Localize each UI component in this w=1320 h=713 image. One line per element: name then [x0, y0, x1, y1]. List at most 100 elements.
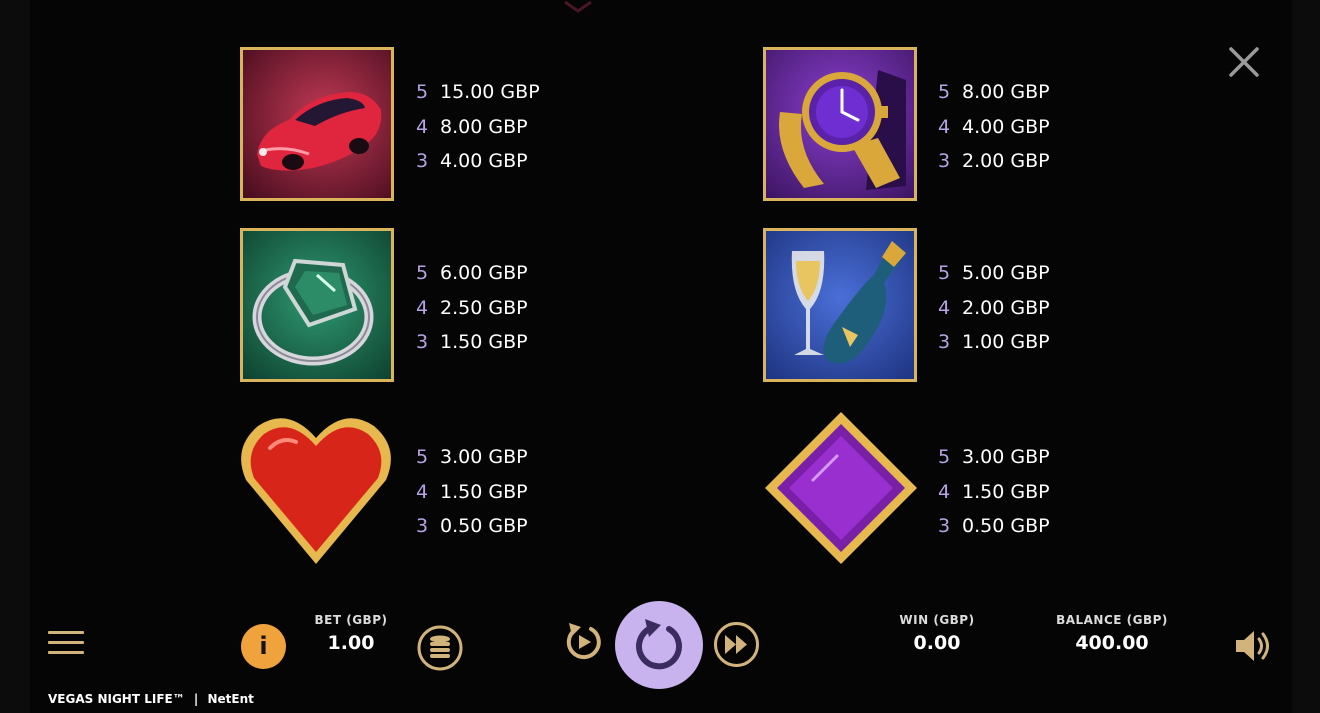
- champagne-symbol: [763, 228, 917, 382]
- sports-car-icon: [243, 50, 391, 198]
- car-payouts: 5 15.00 GBP 4 8.00 GBP 3 4.00 GBP: [416, 75, 566, 179]
- payout-amount: 3.00 GBP: [440, 446, 528, 468]
- payout-row: 3 2.00 GBP: [938, 144, 1088, 179]
- payout-amount: 1.50 GBP: [440, 331, 528, 353]
- match-count: 4: [938, 296, 951, 319]
- match-count: 4: [938, 480, 951, 503]
- watch-payouts: 5 8.00 GBP 4 4.00 GBP 3 2.00 GBP: [938, 75, 1088, 179]
- heart-symbol: [238, 408, 394, 568]
- payout-row: 5 3.00 GBP: [938, 440, 1088, 475]
- payout-row: 5 8.00 GBP: [938, 75, 1088, 110]
- payout-amount: 8.00 GBP: [962, 81, 1050, 103]
- win-label: WIN (GBP): [899, 613, 975, 627]
- ring-payouts: 5 6.00 GBP 4 2.50 GBP 3 1.50 GBP: [416, 256, 566, 360]
- match-count: 3: [416, 150, 429, 172]
- payout-row: 5 5.00 GBP: [938, 256, 1088, 291]
- emerald-ring-icon: [243, 231, 391, 379]
- bet-settings-button[interactable]: [417, 625, 463, 671]
- match-count: 3: [416, 515, 429, 537]
- payout-amount: 0.50 GBP: [962, 515, 1050, 537]
- left-margin: [0, 0, 30, 713]
- match-count: 4: [416, 296, 429, 319]
- autoplay-button[interactable]: [561, 619, 605, 663]
- wristwatch-icon: [766, 50, 914, 198]
- game-title: VEGAS NIGHT LIFE™: [48, 692, 185, 706]
- match-count: 5: [938, 446, 951, 468]
- turbo-spin-button[interactable]: [713, 621, 760, 668]
- payout-row: 4 2.00 GBP: [938, 291, 1088, 326]
- sound-toggle-button[interactable]: [1233, 628, 1273, 664]
- speaker-icon: [1236, 631, 1269, 661]
- payout-row: 3 1.00 GBP: [938, 325, 1088, 360]
- payout-amount: 1.00 GBP: [962, 331, 1050, 353]
- payout-amount: 2.00 GBP: [962, 150, 1050, 172]
- payout-row: 3 0.50 GBP: [938, 509, 1088, 544]
- payout-amount: 4.00 GBP: [440, 150, 528, 172]
- spin-button[interactable]: [615, 601, 703, 689]
- payout-amount: 5.00 GBP: [962, 262, 1050, 284]
- payout-row: 4 2.50 GBP: [416, 291, 566, 326]
- ring-symbol: [240, 228, 394, 382]
- spin-icon: [636, 619, 682, 670]
- payout-row: 4 8.00 GBP: [416, 110, 566, 145]
- autoplay-icon: [566, 623, 601, 660]
- payout-row: 4 1.50 GBP: [416, 475, 566, 510]
- match-count: 5: [416, 446, 429, 468]
- provider-name: NetEnt: [207, 692, 254, 706]
- match-count: 5: [416, 81, 429, 103]
- bet-value: 1.00: [327, 632, 375, 654]
- bet-label: BET (GBP): [314, 613, 388, 627]
- match-count: 3: [938, 515, 951, 537]
- game-stage: 5 15.00 GBP 4 8.00 GBP 3 4.00 GBP 5 8.00 GBP: [0, 0, 1320, 713]
- payout-amount: 2.50 GBP: [440, 296, 528, 319]
- diamond-symbol: [763, 410, 919, 566]
- payout-amount: 15.00 GBP: [440, 81, 540, 103]
- match-count: 5: [416, 262, 429, 284]
- champagne-bottle-icon: [766, 231, 914, 379]
- scroll-up-chevron-icon: [564, 0, 592, 13]
- payout-amount: 1.50 GBP: [962, 480, 1050, 503]
- match-count: 4: [416, 480, 429, 503]
- car-symbol: [240, 47, 394, 201]
- payout-row: 3 1.50 GBP: [416, 325, 566, 360]
- coin-stack-icon: [417, 625, 463, 671]
- match-count: 4: [938, 115, 951, 138]
- match-count: 5: [938, 81, 951, 103]
- match-count: 3: [938, 331, 951, 353]
- payout-amount: 4.00 GBP: [962, 115, 1050, 138]
- win-value: 0.00: [913, 632, 961, 654]
- payout-row: 3 4.00 GBP: [416, 144, 566, 179]
- payout-row: 5 6.00 GBP: [416, 256, 566, 291]
- payout-amount: 0.50 GBP: [440, 515, 528, 537]
- champagne-payouts: 5 5.00 GBP 4 2.00 GBP 3 1.00 GBP: [938, 256, 1088, 360]
- close-icon: [1229, 47, 1259, 77]
- match-count: 3: [416, 331, 429, 353]
- payout-row: 5 3.00 GBP: [416, 440, 566, 475]
- match-count: 4: [416, 115, 429, 138]
- payout-amount: 3.00 GBP: [962, 446, 1050, 468]
- game-footer: VEGAS NIGHT LIFE™ | NetEnt: [48, 692, 254, 706]
- footer-separator: |: [193, 692, 199, 706]
- heart-payouts: 5 3.00 GBP 4 1.50 GBP 3 0.50 GBP: [416, 440, 566, 544]
- payout-row: 3 0.50 GBP: [416, 509, 566, 544]
- payout-amount: 2.00 GBP: [962, 296, 1050, 319]
- balance-label: BALANCE (GBP): [1056, 613, 1168, 627]
- balance-value: 400.00: [1075, 632, 1149, 654]
- match-count: 5: [938, 262, 951, 284]
- payout-amount: 6.00 GBP: [440, 262, 528, 284]
- watch-symbol: [763, 47, 917, 201]
- payout-row: 5 15.00 GBP: [416, 75, 566, 110]
- payout-amount: 1.50 GBP: [440, 480, 528, 503]
- match-count: 3: [938, 150, 951, 172]
- payout-row: 4 4.00 GBP: [938, 110, 1088, 145]
- diamond-suit-icon: [765, 412, 917, 564]
- payout-row: 4 1.50 GBP: [938, 475, 1088, 510]
- close-paytable-button[interactable]: [1224, 42, 1264, 82]
- diamond-payouts: 5 3.00 GBP 4 1.50 GBP 3 0.50 GBP: [938, 440, 1088, 544]
- payout-amount: 8.00 GBP: [440, 115, 528, 138]
- heart-icon: [241, 418, 391, 564]
- fast-forward-icon: [714, 622, 759, 667]
- info-button[interactable]: i: [241, 624, 286, 669]
- hamburger-menu-icon[interactable]: [48, 631, 84, 661]
- right-margin: [1292, 0, 1320, 713]
